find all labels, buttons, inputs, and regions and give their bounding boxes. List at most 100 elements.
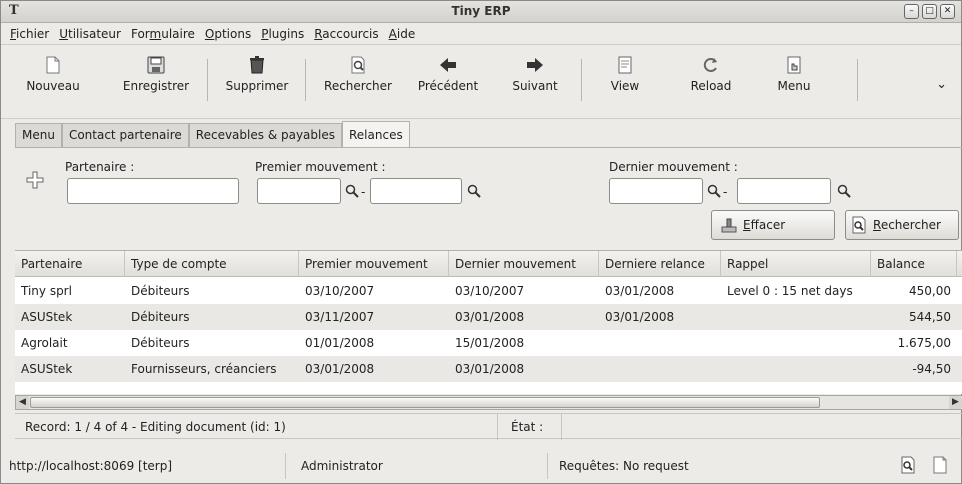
record-status: Record: 1 / 4 of 4 - Editing document (i… bbox=[25, 420, 286, 434]
rechercher-button[interactable]: Rechercher bbox=[845, 210, 959, 240]
status-bar: http://localhost:8069 [terp] Administrat… bbox=[1, 447, 961, 483]
cell-balance: 450,00 bbox=[909, 284, 951, 298]
table-row[interactable]: Agrolait Débiteurs 01/01/2008 15/01/2008… bbox=[15, 330, 962, 356]
expand-plus-icon[interactable] bbox=[25, 170, 45, 190]
date-search-icon[interactable] bbox=[467, 184, 481, 198]
tab-contact-partenaire[interactable]: Contact partenaire bbox=[61, 123, 189, 147]
new-document-icon bbox=[46, 56, 60, 74]
view-button[interactable]: View bbox=[591, 55, 659, 111]
menu-button[interactable]: Menu bbox=[761, 55, 827, 111]
premier-mouvement-to-input[interactable] bbox=[370, 178, 462, 204]
cell-partenaire: Tiny sprl bbox=[21, 284, 72, 298]
reload-label: Reload bbox=[690, 79, 732, 93]
scroll-right-icon[interactable]: ▶ bbox=[949, 396, 962, 409]
cell-dernier-mouvement: 03/01/2008 bbox=[455, 310, 525, 324]
cell-partenaire: ASUStek bbox=[21, 310, 73, 324]
menu-hand-icon bbox=[787, 56, 801, 74]
tab-menu[interactable]: Menu bbox=[15, 123, 62, 147]
tab-relances[interactable]: Relances bbox=[342, 121, 410, 147]
arrow-right-icon bbox=[527, 58, 543, 72]
cell-balance: -94,50 bbox=[912, 362, 951, 376]
save-button[interactable]: Enregistrer bbox=[109, 55, 203, 111]
table-row[interactable]: Tiny sprl Débiteurs 03/10/2007 03/10/200… bbox=[15, 278, 962, 304]
partenaire-input[interactable] bbox=[67, 178, 239, 204]
menu-bar: Fichier Utilisateur Formulaire Options P… bbox=[1, 23, 961, 45]
column-header-type-de-compte[interactable]: Type de compte bbox=[125, 251, 299, 277]
next-button[interactable]: Suivant bbox=[497, 55, 573, 111]
cell-partenaire: ASUStek bbox=[21, 362, 73, 376]
date-search-icon[interactable] bbox=[707, 184, 721, 198]
column-header-balance[interactable]: Balance bbox=[871, 251, 957, 277]
record-bar: Record: 1 / 4 of 4 - Editing document (i… bbox=[15, 413, 962, 440]
cell-type-de-compte: Débiteurs bbox=[131, 310, 190, 324]
menu-aide[interactable]: Aide bbox=[384, 27, 421, 41]
column-header-rappel[interactable]: Rappel bbox=[721, 251, 871, 277]
column-header-partenaire[interactable]: Partenaire bbox=[15, 251, 125, 277]
scroll-left-icon[interactable]: ◀ bbox=[16, 396, 29, 409]
close-button[interactable]: ✕ bbox=[940, 4, 955, 19]
search-panel: Partenaire : Premier mouvement : - Derni… bbox=[15, 147, 962, 247]
search-requests-icon[interactable] bbox=[899, 456, 917, 474]
state-label: État : bbox=[511, 420, 544, 434]
view-document-icon bbox=[618, 56, 632, 74]
cell-premier-mouvement: 03/11/2007 bbox=[305, 310, 375, 324]
cell-derniere-relance bbox=[599, 330, 721, 356]
search-button[interactable]: Rechercher bbox=[311, 55, 405, 111]
partenaire-label: Partenaire : bbox=[65, 160, 135, 174]
toolbar-separator bbox=[207, 59, 208, 101]
cell-rappel bbox=[721, 356, 871, 382]
current-user: Administrator bbox=[301, 459, 383, 473]
rechercher-label: Rechercher bbox=[873, 218, 941, 232]
minimize-button[interactable]: – bbox=[904, 4, 919, 19]
new-label: Nouveau bbox=[26, 79, 80, 93]
tab-recevables-payables[interactable]: Recevables & payables bbox=[188, 123, 342, 147]
requests-status: Requêtes: No request bbox=[559, 459, 689, 473]
previous-label: Précédent bbox=[417, 79, 479, 93]
delete-label: Supprimer bbox=[225, 79, 289, 93]
server-url: http://localhost:8069 [terp] bbox=[9, 459, 173, 473]
reload-button[interactable]: Reload bbox=[673, 55, 749, 111]
horizontal-scrollbar[interactable]: ◀ ▶ bbox=[15, 395, 962, 410]
title-bar[interactable]: T Tiny ERP – □ ✕ bbox=[1, 1, 961, 23]
maximize-button[interactable]: □ bbox=[922, 4, 937, 19]
dernier-mouvement-from-input[interactable] bbox=[609, 178, 703, 204]
cell-type-de-compte: Débiteurs bbox=[131, 284, 190, 298]
results-table: Partenaire Type de compte Premier mouvem… bbox=[15, 250, 962, 394]
column-header-premier-mouvement[interactable]: Premier mouvement bbox=[299, 251, 449, 277]
menu-utilisateur[interactable]: Utilisateur bbox=[54, 27, 126, 41]
menu-formulaire[interactable]: Formulaire bbox=[126, 27, 200, 41]
search-label: Rechercher bbox=[324, 79, 392, 93]
premier-mouvement-label: Premier mouvement : bbox=[255, 160, 386, 174]
notebook-tabs: Menu Contact partenaire Recevables & pay… bbox=[15, 121, 410, 147]
table-row[interactable]: ASUStek Fournisseurs, créanciers 03/01/2… bbox=[15, 356, 962, 382]
menu-plugins[interactable]: Plugins bbox=[256, 27, 309, 41]
cell-balance: 1.675,00 bbox=[897, 336, 951, 350]
table-row[interactable]: ASUStek Débiteurs 03/11/2007 03/01/2008 … bbox=[15, 304, 962, 330]
application-window: T Tiny ERP – □ ✕ Fichier Utilisateur For… bbox=[0, 0, 962, 484]
premier-mouvement-from-input[interactable] bbox=[257, 178, 341, 204]
cell-type-de-compte: Fournisseurs, créanciers bbox=[131, 362, 277, 376]
window-title: Tiny ERP bbox=[451, 4, 511, 18]
menu-raccourcis[interactable]: Raccourcis bbox=[309, 27, 383, 41]
cell-dernier-mouvement: 15/01/2008 bbox=[455, 336, 525, 350]
dernier-mouvement-label: Dernier mouvement : bbox=[609, 160, 738, 174]
scrollbar-thumb[interactable] bbox=[30, 397, 820, 408]
dernier-mouvement-to-input[interactable] bbox=[737, 178, 831, 204]
delete-button[interactable]: Supprimer bbox=[213, 55, 301, 111]
clear-button[interactable]: Effacer bbox=[711, 210, 835, 240]
clear-label: Effacer bbox=[743, 218, 786, 232]
new-request-icon[interactable] bbox=[931, 456, 949, 474]
cell-partenaire: Agrolait bbox=[21, 336, 68, 350]
menu-fichier[interactable]: Fichier bbox=[5, 27, 54, 41]
menu-options[interactable]: Options bbox=[200, 27, 256, 41]
cell-premier-mouvement: 03/10/2007 bbox=[305, 284, 375, 298]
new-button[interactable]: Nouveau bbox=[7, 55, 99, 111]
cell-type-de-compte: Débiteurs bbox=[131, 336, 190, 350]
chevron-down-icon[interactable]: ⌄ bbox=[936, 77, 947, 92]
date-search-icon[interactable] bbox=[345, 184, 359, 198]
column-header-dernier-mouvement[interactable]: Dernier mouvement bbox=[449, 251, 599, 277]
previous-button[interactable]: Précédent bbox=[405, 55, 491, 111]
date-search-icon[interactable] bbox=[837, 184, 851, 198]
column-header-derniere-relance[interactable]: Derniere relance bbox=[599, 251, 721, 277]
cell-balance: 544,50 bbox=[909, 310, 951, 324]
